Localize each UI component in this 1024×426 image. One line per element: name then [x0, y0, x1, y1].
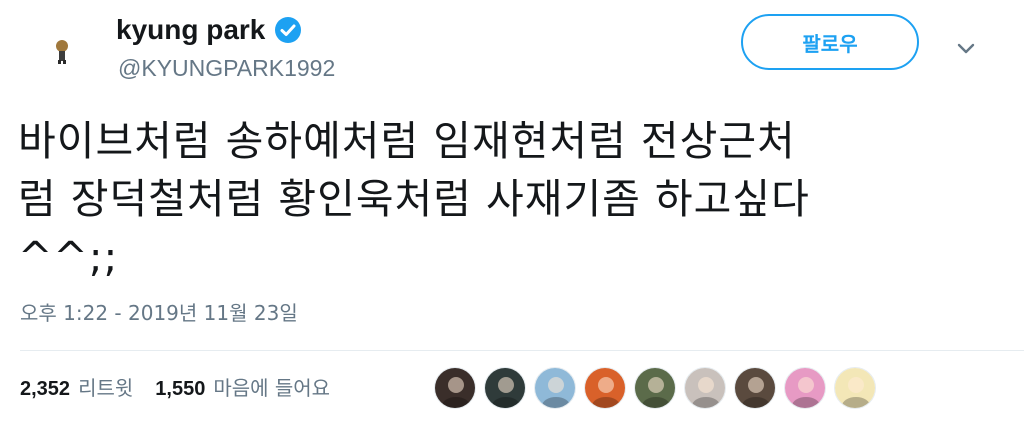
like-label: 마음에 들어요 [213, 376, 331, 400]
retweet-label: 리트윗 [78, 376, 134, 400]
liker-avatar-icon[interactable] [584, 367, 626, 409]
tweet-text-line: 럼 장덕철처럼 황인욱처럼 사재기좀 하고싶다 [18, 175, 810, 223]
chevron-down-icon[interactable] [954, 36, 978, 60]
tweet-timestamp[interactable]: 오후 1:22 - 2019년 11월 23일 [20, 300, 298, 326]
follow-button[interactable]: 팔로우 [741, 14, 919, 70]
liker-avatar-icon[interactable] [734, 367, 776, 409]
author-name-text[interactable]: kyung park [116, 12, 265, 48]
tweet-stats: 2,352 리트윗 1,550 마음에 들어요 [20, 375, 330, 402]
author-avatar[interactable] [34, 24, 90, 80]
avatar-icon [34, 24, 90, 80]
retweet-count: 2,352 [20, 378, 71, 400]
author-handle[interactable]: @KYUNGPARK1992 [118, 54, 335, 82]
like-stat[interactable]: 1,550 마음에 들어요 [155, 375, 330, 402]
liker-avatar-icon[interactable] [534, 367, 576, 409]
tweet-text-line: ^^;; [18, 233, 119, 281]
liker-avatar-icon[interactable] [684, 367, 726, 409]
like-count: 1,550 [155, 378, 206, 400]
divider [20, 350, 1024, 351]
liker-avatar-icon[interactable] [484, 367, 526, 409]
liker-avatar-icon[interactable] [434, 367, 476, 409]
liker-avatar-icon[interactable] [784, 367, 826, 409]
retweet-stat[interactable]: 2,352 리트윗 [20, 375, 133, 402]
tweet-text: 바이브처럼 송하예처럼 임재현처럼 전상근처 럼 장덕철처럼 황인욱처럼 사재기… [18, 112, 1008, 286]
tweet-text-line: 바이브처럼 송하예처럼 임재현처럼 전상근처 [18, 117, 796, 165]
liker-avatar-icon[interactable] [834, 367, 876, 409]
liker-avatar-icon[interactable] [634, 367, 676, 409]
author-name[interactable]: kyung park [116, 12, 303, 48]
verified-badge-icon [273, 15, 303, 45]
liker-avatars [434, 367, 884, 409]
